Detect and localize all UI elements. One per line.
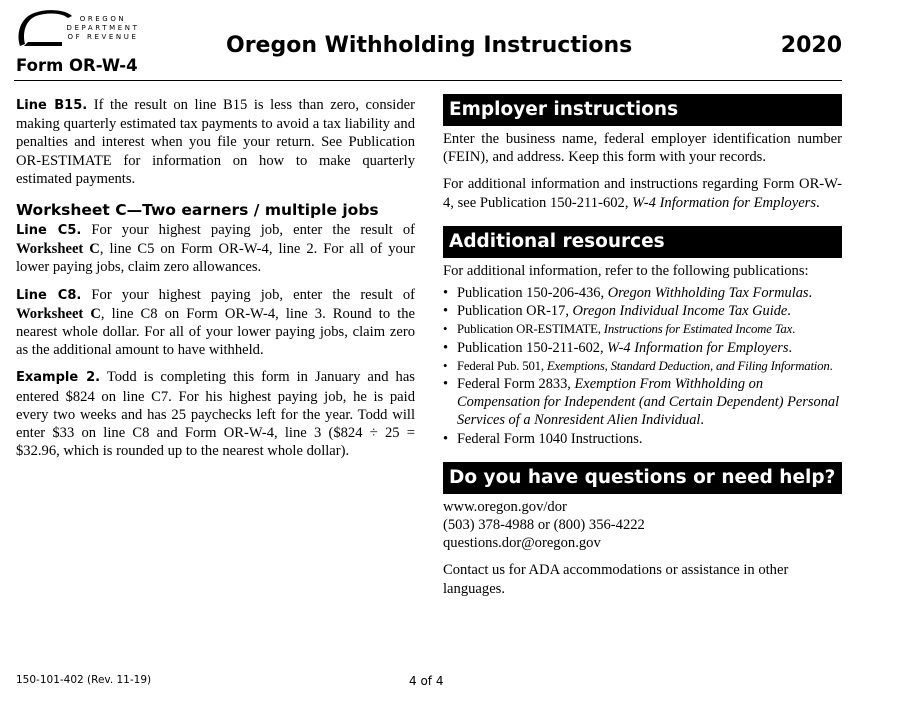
logo-wordmark: OREGON DEPARTMENT OF REVENUE xyxy=(58,15,148,42)
left-column: Line B15. If the result on line B15 is l… xyxy=(16,96,415,460)
line-c5-bold: Worksheet C xyxy=(16,241,100,258)
employer-paragraph-1: Enter the business name, federal employe… xyxy=(443,131,842,166)
line-c8-paragraph: Line C8. For your highest paying job, en… xyxy=(16,286,415,360)
line-c8-text-1: For your highest paying job, enter the r… xyxy=(81,286,415,303)
resource-title: Publication 150-206-436, xyxy=(457,285,608,302)
header-rule xyxy=(14,80,842,81)
employer-p2-italic: W-4 Information for Employers xyxy=(632,194,817,211)
logo-line-3: OF REVENUE xyxy=(67,33,139,41)
contact-block: www.oregon.gov/dor (503) 378-4988 or (80… xyxy=(443,498,842,598)
example-2-label: Example 2. xyxy=(16,370,101,386)
resource-tail: . xyxy=(808,285,813,302)
resource-italic: Instructions for Estimated Income Tax xyxy=(603,322,793,337)
resource-italic: Oregon Withholding Tax Formulas xyxy=(607,285,809,302)
email-link[interactable]: questions.dor@oregon.gov xyxy=(443,534,842,552)
list-item: Publication OR-ESTIMATE, Instructions fo… xyxy=(443,320,842,338)
resource-italic: Exemptions, Standard Deduction, and Fili… xyxy=(546,358,830,373)
document-year: 2020 xyxy=(780,33,842,58)
resource-tail: . xyxy=(787,303,791,320)
line-c5-paragraph: Line C5. For your highest paying job, en… xyxy=(16,221,415,277)
website-link[interactable]: www.oregon.gov/dor xyxy=(443,498,842,516)
employer-instructions-heading: Employer instructions xyxy=(443,94,842,126)
example-2-paragraph: Example 2. Todd is completing this form … xyxy=(16,368,415,460)
list-item: Federal Pub. 501, Exemptions, Standard D… xyxy=(443,357,842,375)
resource-title: Federal Pub. 501, xyxy=(457,358,547,373)
resource-tail: . xyxy=(829,358,833,373)
resource-italic: Oregon Individual Income Tax Guide xyxy=(572,303,788,320)
line-b15-label: Line B15. xyxy=(16,98,88,113)
line-c8-label: Line C8. xyxy=(16,287,82,303)
form-id: Form OR-W-4 xyxy=(16,56,138,75)
logo-line-1: OREGON xyxy=(79,15,127,23)
list-item: Federal Form 2833, Exemption From Withho… xyxy=(443,375,842,430)
resource-title: Federal Form 1040 Instructions. xyxy=(457,430,643,447)
employer-p2-end: . xyxy=(816,194,820,211)
resource-italic: W-4 Information for Employers xyxy=(607,339,789,356)
resource-tail: . xyxy=(792,322,796,337)
line-c5-label: Line C5. xyxy=(16,223,82,239)
form-revision-code: 150-101-402 (Rev. 11-19) xyxy=(16,674,152,686)
ada-paragraph: Contact us for ADA accommodations or ass… xyxy=(443,562,789,597)
line-c8-bold: Worksheet C xyxy=(16,305,101,322)
resource-title: Publication OR-17, xyxy=(457,303,573,320)
phone-numbers: (503) 378-4988 or (800) 356-4222 xyxy=(443,517,645,534)
additional-resources-heading: Additional resources xyxy=(443,225,842,258)
resource-title: Publication 150-211-602, xyxy=(457,339,608,356)
document-title: Oregon Withholding Instructions xyxy=(226,33,633,58)
help-heading: Do you have questions or need help? xyxy=(443,461,842,494)
page-number: 4 of 4 xyxy=(409,674,444,688)
resource-tail: . xyxy=(788,339,793,356)
resource-title: Federal Form 2833, xyxy=(457,376,575,393)
resources-list: Publication 150-206-436, Oregon Withhold… xyxy=(443,284,842,448)
resource-tail: . xyxy=(700,412,705,429)
worksheet-c-heading: Worksheet C—Two earners / multiple jobs xyxy=(16,201,379,220)
list-item: Publication OR-17, Oregon Individual Inc… xyxy=(443,302,842,320)
line-b15-paragraph: Line B15. If the result on line B15 is l… xyxy=(16,96,415,188)
list-item: Publication 150-206-436, Oregon Withhold… xyxy=(443,284,842,302)
resources-intro: For additional information, refer to the… xyxy=(443,262,809,279)
resource-title: Publication OR-ESTIMATE, xyxy=(457,322,604,337)
logo-line-2: DEPARTMENT xyxy=(66,24,140,32)
list-item: Federal Form 1040 Instructions. xyxy=(443,430,842,448)
employer-paragraph-2: For additional information and instructi… xyxy=(443,175,842,211)
list-item: Publication 150-211-602, W-4 Information… xyxy=(443,339,842,357)
right-column: Employer instructions Enter the business… xyxy=(443,94,842,598)
line-c5-text-1: For your highest paying job, enter the r… xyxy=(81,222,415,239)
